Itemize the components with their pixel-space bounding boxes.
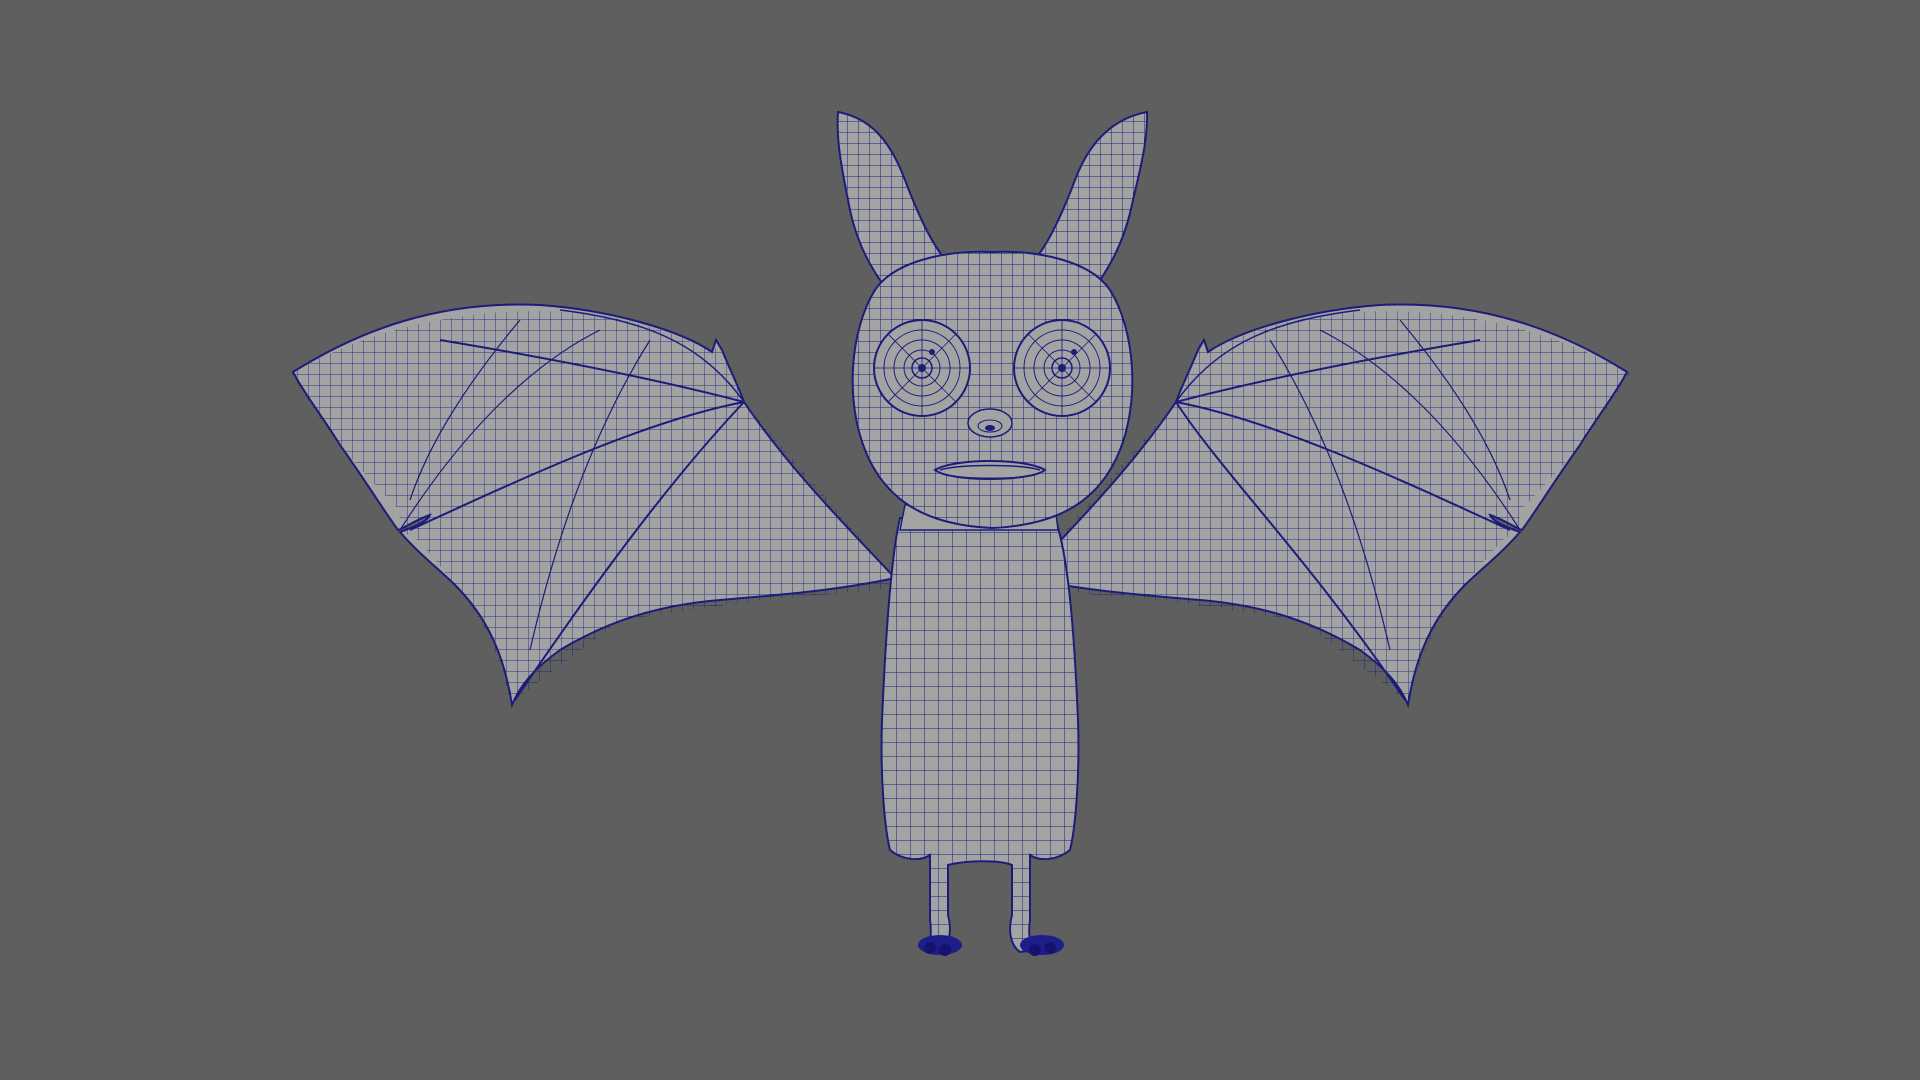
left-wing[interactable] [280,290,900,720]
nose [967,408,1013,438]
3d-viewport[interactable] [0,0,1920,1080]
body[interactable] [870,510,1090,960]
left-foot [918,935,962,956]
bat-wireframe-model[interactable] [0,0,1920,1080]
right-eye[interactable] [1013,319,1111,417]
right-foot [1020,935,1064,956]
left-eye[interactable] [873,319,971,417]
mouth [933,460,1047,480]
